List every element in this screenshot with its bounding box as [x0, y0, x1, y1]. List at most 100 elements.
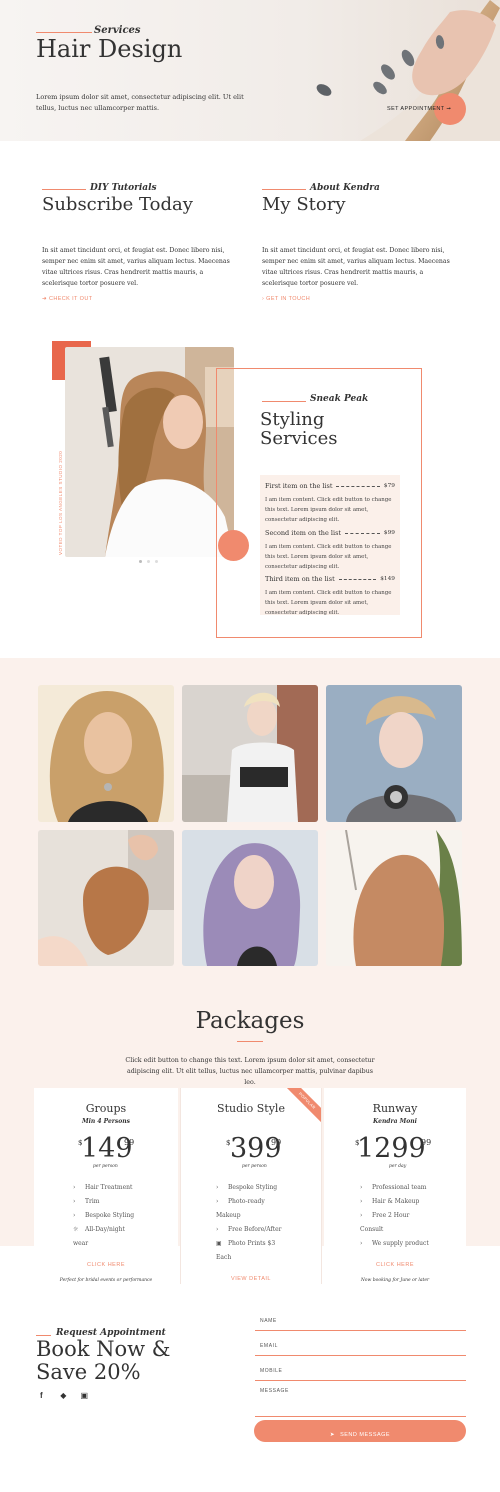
packages-title: Packages: [195, 1008, 305, 1034]
slider-dot[interactable]: [139, 560, 142, 563]
feature-text: We supply product: [372, 1240, 429, 1247]
package-name: Studio Style: [217, 1102, 285, 1115]
chevron-right-icon: ›: [73, 1184, 76, 1191]
subscribe-tagline-line: [42, 189, 86, 190]
price-item-leader: [338, 578, 377, 580]
message-field[interactable]: [255, 1383, 466, 1417]
package-button[interactable]: CLICK HERE: [324, 1262, 466, 1268]
set-appointment-label: SET APPOINTMENT: [387, 106, 445, 112]
email-field[interactable]: [255, 1334, 466, 1356]
price-list-item: Third item on the list $149 I am item cont…: [265, 575, 395, 618]
chevron-right-icon: ›: [360, 1198, 363, 1205]
slider-dot[interactable]: [155, 560, 158, 563]
sun-icon: ☼: [73, 1226, 79, 1233]
hero-banner: Services Hair Design Lorem ipsum dolor s…: [0, 0, 500, 141]
chevron-right-icon: ›: [360, 1212, 363, 1219]
stylist-curling-photo: [65, 347, 234, 557]
price-list-item: Second item on the list $99 I am item cont…: [265, 529, 395, 572]
feature-list: › Hair Treatment › Trim › Bespoke Styling ☼ All…: [73, 1181, 139, 1251]
package-card: Runway Kendra Moni $1299 99 per day › Professi…: [324, 1088, 466, 1284]
feature-row: › We supply product: [360, 1237, 430, 1251]
chevron-right-icon: ›: [216, 1184, 219, 1191]
package-name: Runway: [372, 1102, 418, 1115]
mobile-field[interactable]: [255, 1359, 466, 1381]
name-field[interactable]: [255, 1309, 466, 1331]
feature-list: › Bespoke Styling › Photo-ready Makeup › Free…: [216, 1181, 286, 1265]
appointment-title-line2: Save 20%: [36, 1360, 141, 1384]
chevron-right-icon: ›: [262, 296, 265, 302]
chevron-right-icon: ›: [216, 1198, 219, 1205]
appointment-tagline-line: [36, 1335, 51, 1336]
facebook-icon[interactable]: f: [40, 1391, 58, 1400]
gallery-photo-curly-blonde[interactable]: [38, 685, 174, 822]
feature-text: Trim: [85, 1198, 100, 1205]
packages-title-line: [237, 1041, 263, 1042]
arrow-circle-icon: ➜: [42, 296, 48, 302]
feature-text: Free Before/After: [228, 1226, 282, 1233]
styling-title-line1: Styling: [260, 409, 325, 430]
gallery-photo-updo-necklace[interactable]: [326, 685, 462, 822]
price-period: per day: [389, 1164, 407, 1169]
price-item-leader: [345, 532, 380, 534]
package-footnote: Now booking for June or later: [360, 1278, 430, 1283]
feature-row: › Hair & Makeup: [360, 1195, 430, 1209]
feature-row: › Free Before/After: [216, 1223, 286, 1237]
price-amount: 1299: [357, 1133, 426, 1164]
price-item-price: $79: [383, 483, 395, 489]
price-item-name: Second item on the list: [265, 529, 342, 537]
package-button[interactable]: VIEW DETAIL: [181, 1276, 321, 1282]
styling-title: Styling Services: [260, 410, 337, 448]
package-name: Groups: [85, 1102, 127, 1115]
subscribe-body: In sit amet tincidunt orci, et feugiat e…: [42, 247, 230, 287]
feature-row: › Hair Treatment: [73, 1181, 139, 1195]
chevron-right-icon: ›: [73, 1212, 76, 1219]
twitter-icon[interactable]: ◆: [60, 1391, 78, 1400]
check-it-out-link[interactable]: ➜ CHECK IT OUT: [42, 296, 92, 302]
subscribe-tagline: DIY Tutorials: [90, 183, 157, 193]
package-footnote: Perfect for bridal events or performance: [59, 1278, 153, 1283]
price-item-name: First item on the list: [265, 482, 333, 490]
story-body: In sit amet tincidunt orci, et feugiat e…: [262, 247, 450, 287]
slider-dot[interactable]: [147, 560, 150, 563]
feature-text: Hair Treatment: [85, 1184, 133, 1191]
hero-description: Lorem ipsum dolor sit amet, consectetur …: [36, 93, 244, 112]
check-it-out-label: CHECK IT OUT: [48, 296, 93, 302]
feature-text: Bespoke Styling: [228, 1184, 278, 1191]
feature-row: ▣ Photo Prints $3 Each: [216, 1237, 286, 1265]
feature-list: › Professional team › Hair & Makeup › Free 2 …: [360, 1181, 430, 1251]
set-appointment-button[interactable]: SET APPOINTMENT ➞: [387, 106, 451, 112]
gallery-photo-braiding[interactable]: [38, 830, 174, 966]
styling-tagline-line: [262, 401, 306, 402]
package-price: $1299 99 per day: [324, 1131, 466, 1171]
hero-hand-image: [316, 0, 500, 141]
send-message-button[interactable]: ➤ SEND MESSAGE: [254, 1420, 466, 1442]
story-title: My Story: [262, 194, 346, 215]
package-subtitle: [181, 1118, 321, 1125]
decor-circle: [218, 530, 249, 561]
price-item-desc: I am item content. Click edit button to …: [265, 590, 392, 616]
package-button[interactable]: CLICK HERE: [34, 1262, 178, 1268]
gallery-photo-lavender-hair[interactable]: [182, 830, 318, 966]
price-cents: 99: [421, 1138, 432, 1147]
appointment-title-line1: Book Now &: [36, 1337, 171, 1361]
price-cents: 99: [271, 1138, 282, 1147]
package-subtitle: Kendra Moni: [373, 1118, 417, 1125]
package-price: $399 99 per person: [181, 1131, 321, 1171]
price-item-leader: [336, 485, 380, 487]
package-subtitle: Min 4 Persons: [81, 1118, 131, 1125]
gallery-photo-curls-back[interactable]: [326, 830, 462, 966]
price-item-price: $149: [380, 576, 395, 582]
send-icon: ➤: [329, 1432, 335, 1438]
feature-text: Hair & Makeup: [372, 1198, 420, 1205]
packages-intro: Click edit button to change this text. L…: [125, 1057, 375, 1086]
instagram-icon[interactable]: ▣: [80, 1391, 94, 1400]
gallery-photo-street-tshirt[interactable]: [182, 685, 318, 822]
get-in-touch-link[interactable]: › GET IN TOUCH: [262, 296, 310, 302]
subscribe-title: Subscribe Today: [42, 194, 193, 215]
package-price: $149 99 per person: [34, 1131, 178, 1171]
appointment-title: Book Now & Save 20%: [36, 1338, 170, 1384]
package-card: Groups Min 4 Persons $149 99 per person › Hair…: [34, 1088, 178, 1284]
hero-title: Hair Design: [36, 35, 183, 63]
hero-tagline-line: [36, 32, 92, 33]
get-in-touch-label: GET IN TOUCH: [266, 296, 311, 302]
